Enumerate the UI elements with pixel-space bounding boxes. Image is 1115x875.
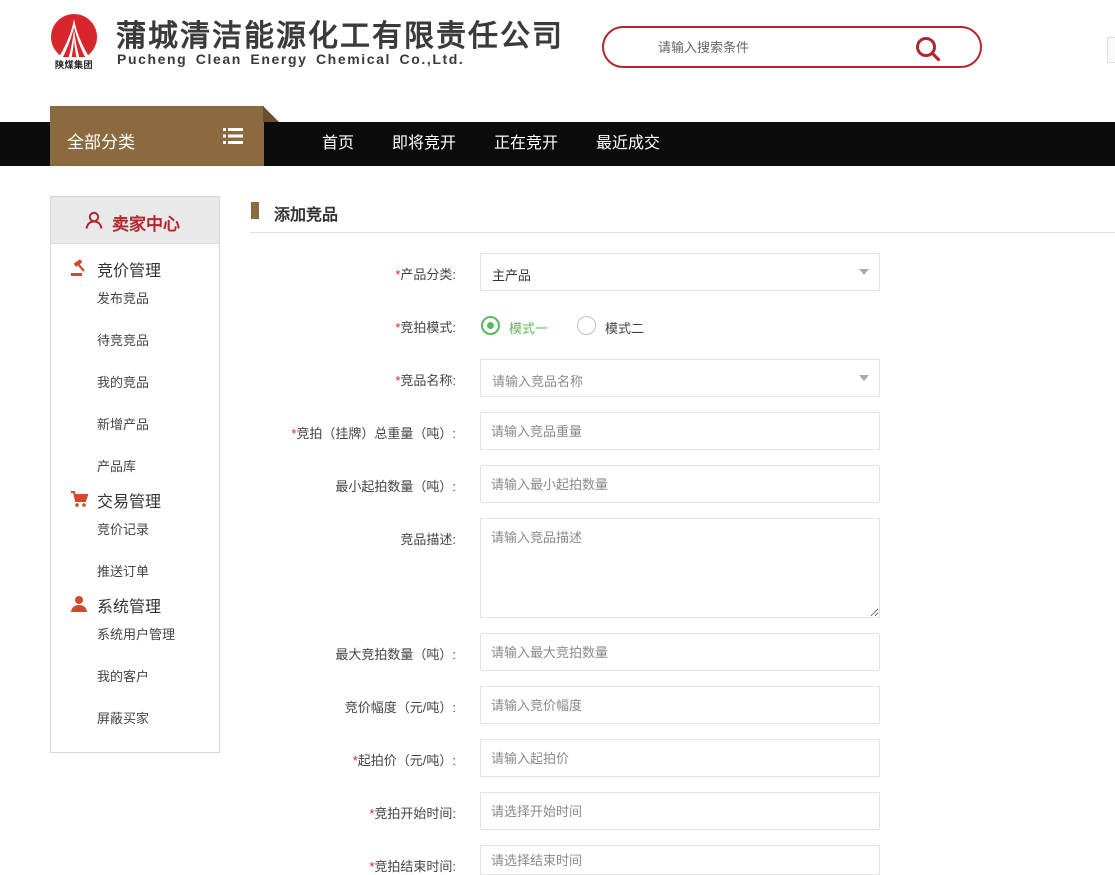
nav-recent-deals[interactable]: 最近成交: [596, 122, 660, 166]
name-label: *竞品名称:: [395, 373, 456, 388]
sidebar-item-blocked-buyers[interactable]: 屏蔽买家: [97, 708, 149, 727]
mode-one-label: 模式一: [509, 321, 549, 336]
min-qty-label: 最小起拍数量（吨）:: [335, 479, 456, 494]
search-box: [602, 26, 982, 68]
sidebar-header: 卖家中心: [51, 197, 219, 244]
total-weight-label: *竞拍（挂牌）总重量（吨）:: [291, 426, 456, 441]
sidebar-group-label: 系统管理: [97, 599, 162, 616]
start-price-input[interactable]: [480, 739, 880, 777]
mode-two-label: 模式二: [605, 321, 645, 336]
company-name-cn: 蒲城清洁能源化工有限责任公司: [116, 20, 564, 53]
sidebar-item-pending[interactable]: 待竞竞品: [97, 330, 149, 349]
list-icon: [223, 128, 243, 144]
start-price-label: *起拍价（元/吨）:: [352, 753, 456, 768]
radio-unchecked-icon: [577, 316, 596, 335]
section-marker: [251, 202, 259, 219]
increment-label: 竞价幅度（元/吨）:: [344, 700, 456, 715]
sidebar-item-product-library[interactable]: 产品库: [97, 456, 136, 475]
gavel-icon: [71, 259, 85, 276]
caret-down-icon: [859, 375, 869, 381]
max-qty-label: 最大竞拍数量（吨）:: [335, 647, 456, 662]
sidebar-item-my-products[interactable]: 我的竞品: [97, 372, 149, 391]
increment-input[interactable]: [480, 686, 880, 724]
sidebar-group-label: 交易管理: [97, 494, 162, 511]
nav-upcoming[interactable]: 即将竞开: [392, 122, 456, 166]
end-time-input[interactable]: [480, 845, 880, 875]
sidebar-title: 卖家中心: [112, 215, 180, 234]
search-icon[interactable]: [914, 35, 942, 63]
all-categories-button[interactable]: 全部分类: [50, 106, 264, 166]
nav-ongoing[interactable]: 正在竞开: [494, 122, 558, 166]
mode-label: *竞拍模式:: [395, 320, 456, 335]
sidebar-group-label: 竞价管理: [97, 263, 162, 280]
sidebar-group-auction: 竞价管理: [51, 255, 219, 281]
sidebar-item-bid-records[interactable]: 竞价记录: [97, 519, 149, 538]
max-qty-input[interactable]: [480, 633, 880, 671]
radio-checked-icon: [481, 316, 500, 335]
sidebar-item-system-users[interactable]: 系统用户管理: [97, 624, 175, 643]
category-label: *产品分类:: [395, 267, 456, 282]
cart-icon: [71, 491, 88, 507]
total-weight-input[interactable]: [480, 412, 880, 450]
sidebar-item-publish[interactable]: 发布竞品: [97, 288, 149, 307]
nav-home[interactable]: 首页: [322, 122, 354, 166]
site-header: 陕煤集团 蒲城清洁能源化工有限责任公司 Pucheng Clean Energy…: [0, 0, 1115, 106]
start-time-input[interactable]: [480, 792, 880, 830]
description-textarea[interactable]: [480, 518, 880, 618]
user-icon: [85, 211, 103, 229]
company-name-en: Pucheng Clean Energy Chemical Co.,Ltd.: [117, 51, 465, 67]
all-categories-tab-corner: [263, 106, 279, 122]
page-title: 添加竞品: [274, 207, 339, 224]
section-divider: [250, 232, 1115, 233]
page-edge-tab: [1107, 37, 1115, 63]
logo-caption: 陕煤集团: [54, 60, 93, 70]
caret-down-icon: [859, 269, 869, 275]
mode-one-radio[interactable]: 模式一: [481, 316, 561, 336]
seller-sidebar: 卖家中心 竞价管理 发布竞品 待竞竞品 我的竞品 新增产品 产品库 交易管理 竞…: [50, 196, 220, 753]
end-time-label: *竞拍结束时间:: [369, 859, 456, 874]
category-select[interactable]: 主产品: [480, 253, 880, 291]
min-qty-input[interactable]: [480, 465, 880, 503]
mode-two-radio[interactable]: 模式二: [577, 316, 657, 336]
person-icon: [71, 596, 87, 612]
sidebar-item-new-product[interactable]: 新增产品: [97, 414, 149, 433]
all-categories-label: 全部分类: [67, 133, 135, 152]
sidebar-item-my-customers[interactable]: 我的客户: [97, 666, 149, 685]
sidebar-group-trade: 交易管理: [51, 486, 219, 512]
search-input[interactable]: [658, 37, 908, 57]
name-select[interactable]: 请输入竞品名称: [480, 359, 880, 397]
name-placeholder: 请输入竞品名称: [492, 374, 584, 389]
category-value: 主产品: [492, 268, 532, 283]
start-time-label: *竞拍开始时间:: [369, 806, 456, 821]
description-label: 竞品描述:: [400, 532, 456, 547]
sidebar-group-system: 系统管理: [51, 591, 219, 617]
sidebar-item-push-orders[interactable]: 推送订单: [97, 561, 149, 580]
